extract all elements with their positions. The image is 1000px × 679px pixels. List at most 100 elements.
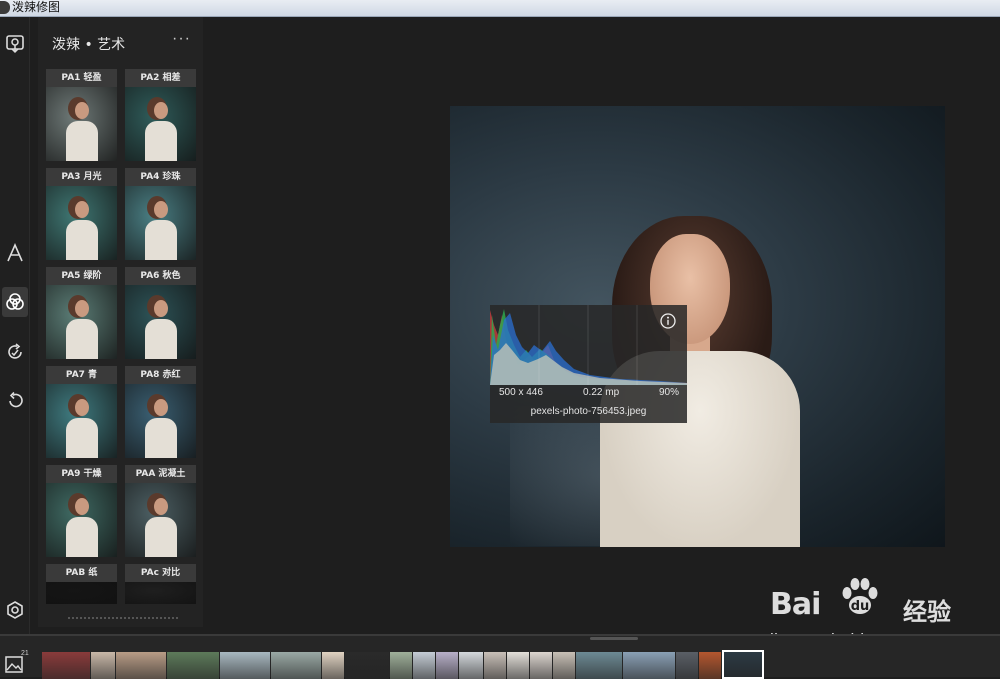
preset-tile[interactable]: PA7 青 <box>46 366 117 458</box>
filmstrip-thumbnail[interactable] <box>390 652 412 679</box>
svg-text:du: du <box>851 599 870 614</box>
thumb-figure-body <box>145 319 177 359</box>
image-filename: pexels-photo-756453.jpeg <box>530 406 647 417</box>
preset-tile[interactable]: PA3 月光 <box>46 168 117 260</box>
thumb-figure-body <box>66 220 98 260</box>
retouch-button[interactable] <box>2 337 28 367</box>
preset-label: PA5 绿阶 <box>46 267 117 285</box>
undo-icon <box>9 391 23 408</box>
preset-tile[interactable]: PA4 珍珠 <box>125 168 196 260</box>
filmstrip-thumbnail[interactable] <box>699 652 721 679</box>
preset-label: PAB 纸 <box>46 564 117 582</box>
filmstrip-thumbnail[interactable] <box>220 652 270 679</box>
filmstrip-thumbnail[interactable] <box>91 652 115 679</box>
more-options-button[interactable]: ··· <box>172 30 191 48</box>
preset-tile[interactable]: PAc 对比 <box>125 564 196 604</box>
preset-thumbnail <box>125 483 196 557</box>
thumb-figure-head <box>75 300 89 317</box>
preset-tile[interactable]: PAA 泥凝土 <box>125 465 196 557</box>
thumb-figure-head <box>154 201 168 218</box>
preset-label: PA4 珍珠 <box>125 168 196 186</box>
filmstrip-thumbnail[interactable] <box>167 652 219 679</box>
watermark-suffix: 经验 <box>903 598 951 626</box>
preset-tile[interactable]: PA5 绿阶 <box>46 267 117 359</box>
thumb-figure-body <box>66 418 98 458</box>
preset-tile[interactable]: PA9 干燥 <box>46 465 117 557</box>
preset-thumbnail <box>46 186 117 260</box>
title-bar: 泼辣修图 <box>0 0 1000 17</box>
filmstrip-thumbnail[interactable] <box>676 652 698 679</box>
preset-label: PA2 相差 <box>125 69 196 87</box>
filmstrip-thumbnail[interactable] <box>345 652 389 679</box>
preset-thumbnail <box>46 285 117 359</box>
app-icon <box>0 1 10 14</box>
thumb-figure-head <box>154 300 168 317</box>
filmstrip-thumbnail[interactable] <box>722 650 764 679</box>
filmstrip-thumbnail[interactable] <box>413 652 435 679</box>
undo-button[interactable] <box>2 386 28 416</box>
preset-tile[interactable]: PA1 轻盈 <box>46 69 117 161</box>
preset-tile[interactable]: PA6 秋色 <box>125 267 196 359</box>
filmstrip-thumbnail[interactable] <box>271 652 321 679</box>
preset-thumbnail <box>125 87 196 161</box>
histogram-overlay: 500 x 446 0.22 mp 90% pexels-photo-75645… <box>490 305 687 423</box>
thumb-figure-body <box>145 418 177 458</box>
image-megapixels: 0.22 mp <box>583 387 620 398</box>
filmstrip-thumbnail[interactable] <box>530 652 552 679</box>
filmstrip-thumbnail[interactable] <box>116 652 166 679</box>
filmstrip-thumbnail[interactable] <box>484 652 506 679</box>
preset-label: PA9 干燥 <box>46 465 117 483</box>
preset-label: PA1 轻盈 <box>46 69 117 87</box>
filters-icon <box>6 293 24 310</box>
preset-thumbnail <box>46 384 117 458</box>
import-icon <box>6 35 24 54</box>
preset-label: PA7 青 <box>46 366 117 384</box>
thumb-figure-body <box>66 319 98 359</box>
text-icon <box>7 243 23 262</box>
preset-tile[interactable]: PA2 相差 <box>125 69 196 161</box>
preset-label: PA6 秋色 <box>125 267 196 285</box>
thumb-figure-body <box>66 517 98 557</box>
retouch-icon <box>8 343 22 359</box>
filmstrip-thumbnail[interactable] <box>623 652 675 679</box>
image-dimensions: 500 x 446 <box>499 387 543 398</box>
filmstrip-thumbnail[interactable] <box>436 652 458 679</box>
text-button[interactable] <box>2 238 28 268</box>
preset-thumbnail <box>46 87 117 161</box>
histogram-graph <box>490 305 687 385</box>
filmstrip-thumbnail[interactable] <box>42 652 90 679</box>
preset-thumbnail <box>125 384 196 458</box>
filmstrip-thumbnail[interactable] <box>553 652 575 679</box>
preset-label: PA3 月光 <box>46 168 117 186</box>
preset-thumbnail <box>125 186 196 260</box>
preset-tile[interactable]: PAB 纸 <box>46 564 117 604</box>
filmstrip-thumbnail[interactable] <box>576 652 622 679</box>
editor-canvas: 500 x 446 0.22 mp 90% pexels-photo-75645… <box>204 17 1000 634</box>
filmstrip-thumbnail[interactable] <box>322 652 344 679</box>
preset-thumbnail <box>125 285 196 359</box>
thumb-figure-head <box>75 201 89 218</box>
preset-thumbnail <box>125 582 196 604</box>
preset-thumbnail <box>46 483 117 557</box>
photo-count: 21 <box>21 650 29 657</box>
preset-tile[interactable]: PA8 赤红 <box>125 366 196 458</box>
filters-button[interactable] <box>2 287 28 317</box>
settings-button[interactable] <box>2 595 28 625</box>
filmstrip-thumbnail[interactable] <box>459 652 483 679</box>
zoom-level: 90% <box>659 387 680 398</box>
filmstrip-thumbnail[interactable] <box>507 652 529 679</box>
info-icon[interactable] <box>660 313 676 329</box>
paw-icon: du <box>842 578 878 614</box>
preset-label: PAc 对比 <box>125 564 196 582</box>
filmstrip-resize-handle[interactable] <box>590 637 638 640</box>
watermark-logo: Bai <box>770 587 821 622</box>
panel-scrollbar[interactable] <box>68 617 178 619</box>
thumb-figure-body <box>145 220 177 260</box>
thumb-figure-head <box>154 399 168 416</box>
import-button[interactable] <box>2 29 28 59</box>
thumb-figure-head <box>75 399 89 416</box>
preset-label: PA8 赤红 <box>125 366 196 384</box>
filmstrip: 21 <box>0 634 1000 679</box>
preset-thumbnail <box>46 582 117 604</box>
thumb-figure-head <box>75 498 89 515</box>
